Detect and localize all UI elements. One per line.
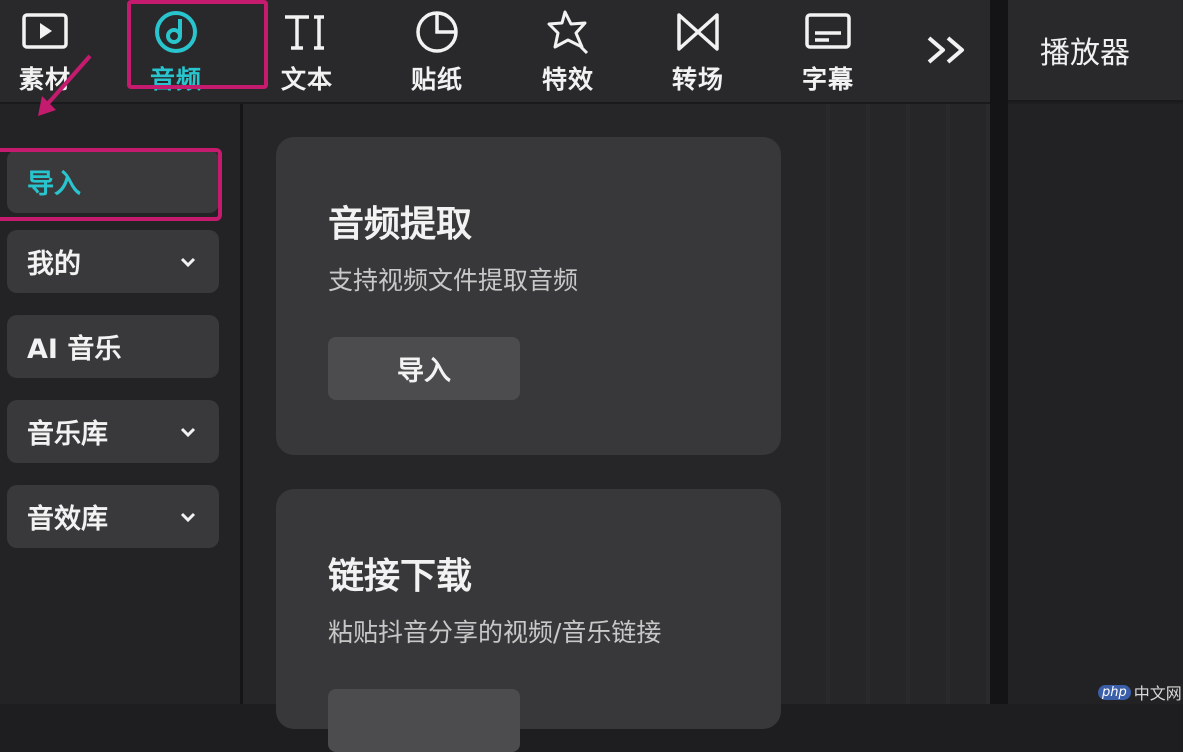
chevron-down-icon — [180, 512, 196, 522]
sidebar-item-label: 导入 — [27, 169, 81, 200]
panel-background-pattern — [790, 104, 990, 704]
card-description: 支持视频文件提取音频 — [328, 266, 579, 295]
sidebar-item-ai-music[interactable]: AI 音乐 — [7, 315, 219, 378]
card-description: 粘贴抖音分享的视频/音乐链接 — [328, 618, 662, 647]
sidebar-item-mine[interactable]: 我的 — [7, 230, 219, 293]
card-title: 音频提取 — [328, 204, 473, 245]
transition-icon — [672, 6, 724, 58]
tab-sticker-label: 贴纸 — [410, 65, 463, 94]
tab-transition-label: 转场 — [671, 65, 724, 94]
sticker-icon — [411, 6, 463, 58]
tab-media[interactable]: 素材 — [0, 0, 100, 100]
audio-extract-card: 音频提取 支持视频文件提取音频 导入 — [276, 137, 781, 455]
player-viewport[interactable] — [1008, 104, 1183, 704]
sidebar-item-music-library[interactable]: 音乐库 — [7, 400, 219, 463]
site-watermark: php 中文网 — [1098, 680, 1182, 704]
import-button[interactable]: 导入 — [328, 337, 520, 400]
watermark-text: 中文网 — [1133, 684, 1182, 703]
more-tabs-button[interactable] — [918, 22, 978, 78]
double-chevron-right-icon — [927, 36, 964, 64]
card-title: 链接下载 — [328, 556, 473, 597]
media-play-icon — [19, 6, 71, 58]
tab-media-label: 素材 — [18, 65, 71, 94]
tab-text-label: 文本 — [280, 65, 333, 94]
sidebar-item-sound-effects[interactable]: 音效库 — [7, 485, 219, 548]
download-button[interactable] — [328, 689, 520, 752]
tab-subtitle-label: 字幕 — [801, 65, 854, 94]
tab-effects[interactable]: 特效 — [513, 0, 623, 100]
audio-sidebar: 导入 我的 AI 音乐 音乐库 音效库 — [0, 104, 243, 704]
sidebar-item-import[interactable]: 导入 — [7, 150, 219, 213]
tab-subtitle[interactable]: 字幕 — [773, 0, 883, 100]
top-toolbar: 素材 音频 文本 贴纸 特效 转场 字幕 — [0, 0, 990, 104]
chevron-down-icon — [180, 427, 196, 437]
sidebar-item-label: 音效库 — [27, 504, 108, 535]
tab-audio[interactable]: 音频 — [121, 0, 231, 100]
watermark-badge: php — [1098, 684, 1131, 700]
tab-transition[interactable]: 转场 — [643, 0, 753, 100]
player-header: 播放器 — [1008, 0, 1183, 102]
tab-audio-label: 音频 — [149, 65, 202, 94]
sidebar-item-label: 我的 — [27, 249, 81, 280]
chevron-down-icon — [180, 257, 196, 267]
tab-text[interactable]: 文本 — [252, 0, 362, 100]
tab-effects-label: 特效 — [541, 65, 594, 94]
player-title: 播放器 — [1040, 36, 1130, 71]
effects-star-icon — [542, 6, 594, 58]
link-download-card: 链接下载 粘贴抖音分享的视频/音乐链接 — [276, 489, 781, 752]
tab-sticker[interactable]: 贴纸 — [382, 0, 492, 100]
audio-note-icon — [150, 6, 202, 58]
panel-divider[interactable] — [990, 0, 1008, 704]
text-ti-icon — [281, 6, 333, 58]
sidebar-item-label: AI 音乐 — [27, 334, 122, 365]
sidebar-item-label: 音乐库 — [27, 419, 108, 450]
subtitle-icon — [802, 6, 854, 58]
